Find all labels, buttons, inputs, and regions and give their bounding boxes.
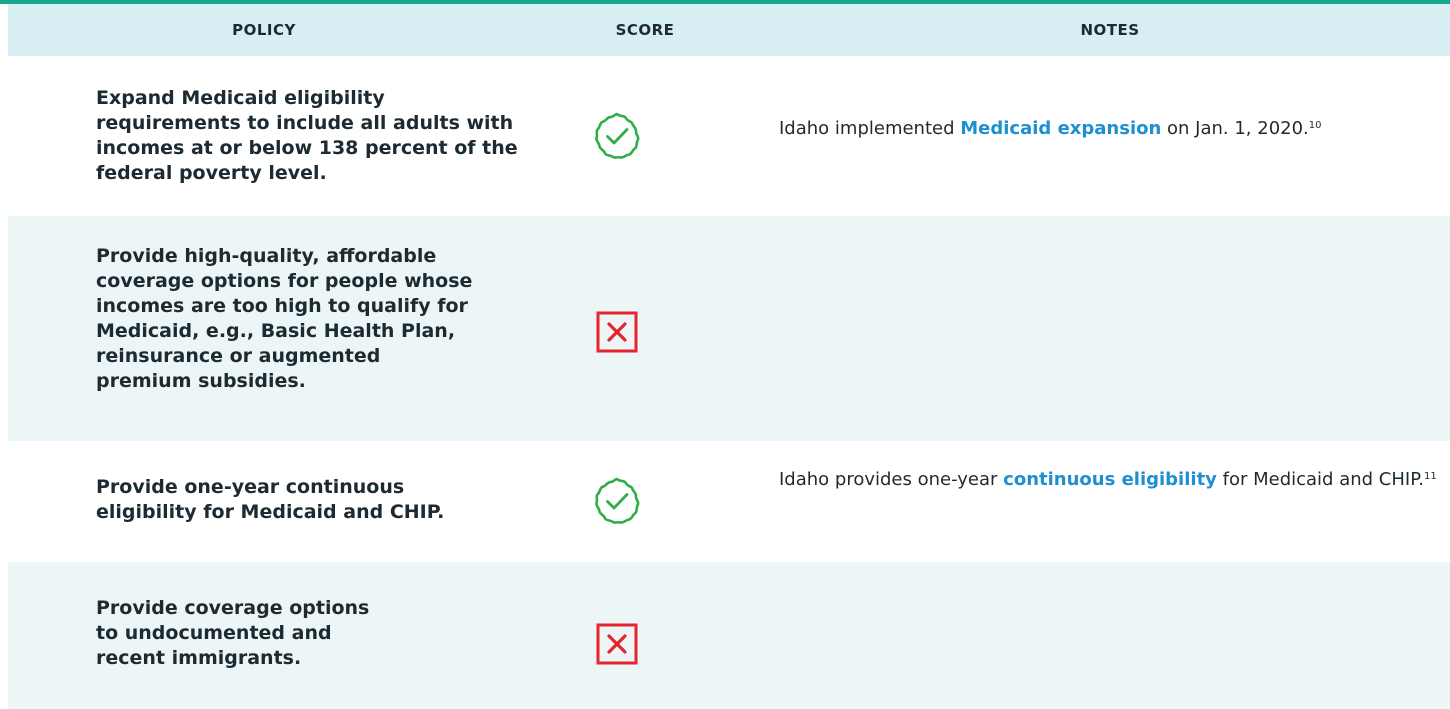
table-row: Provide one-year continuous eligibility … bbox=[8, 441, 1450, 562]
column-header-policy: POLICY bbox=[232, 21, 296, 39]
column-header-notes: NOTES bbox=[1080, 21, 1140, 39]
continuous-eligibility-link[interactable]: continuous eligibility bbox=[1003, 469, 1217, 490]
column-header-score: SCORE bbox=[615, 21, 675, 39]
notes-text: Idaho provides one-year continuous eligi… bbox=[779, 467, 1439, 493]
check-badge-icon bbox=[591, 110, 643, 162]
table-row: Provide coverage options to undocumented… bbox=[8, 562, 1450, 709]
check-badge-icon bbox=[591, 475, 643, 527]
policy-text: Provide high-quality, affordable coverag… bbox=[96, 245, 473, 392]
cross-box-icon bbox=[591, 306, 643, 358]
notes-text-lead: Idaho implemented bbox=[779, 118, 961, 139]
notes-text-tail: on Jan. 1, 2020. bbox=[1161, 118, 1309, 139]
policy-scorecard-table: POLICY SCORE NOTES Expand Medicaid eligi… bbox=[0, 0, 1450, 709]
footnote-ref: 11 bbox=[1423, 471, 1437, 482]
table-header: POLICY SCORE NOTES bbox=[8, 4, 1450, 56]
table-row: Provide high-quality, affordable coverag… bbox=[8, 216, 1450, 441]
table-row: Expand Medicaid eligibility requirements… bbox=[8, 56, 1450, 216]
notes-text-lead: Idaho provides one-year bbox=[779, 469, 1004, 490]
medicaid-expansion-link[interactable]: Medicaid expansion bbox=[960, 118, 1161, 139]
notes-text: Idaho implemented Medicaid expansion on … bbox=[779, 116, 1439, 142]
footnote-ref: 10 bbox=[1308, 120, 1322, 131]
cross-box-icon bbox=[591, 618, 643, 670]
policy-text: Expand Medicaid eligibility requirements… bbox=[96, 87, 518, 184]
notes-text-tail: for Medicaid and CHIP. bbox=[1216, 469, 1424, 490]
policy-text: Provide coverage options to undocumented… bbox=[96, 597, 370, 669]
policy-text: Provide one-year continuous eligibility … bbox=[96, 476, 445, 523]
